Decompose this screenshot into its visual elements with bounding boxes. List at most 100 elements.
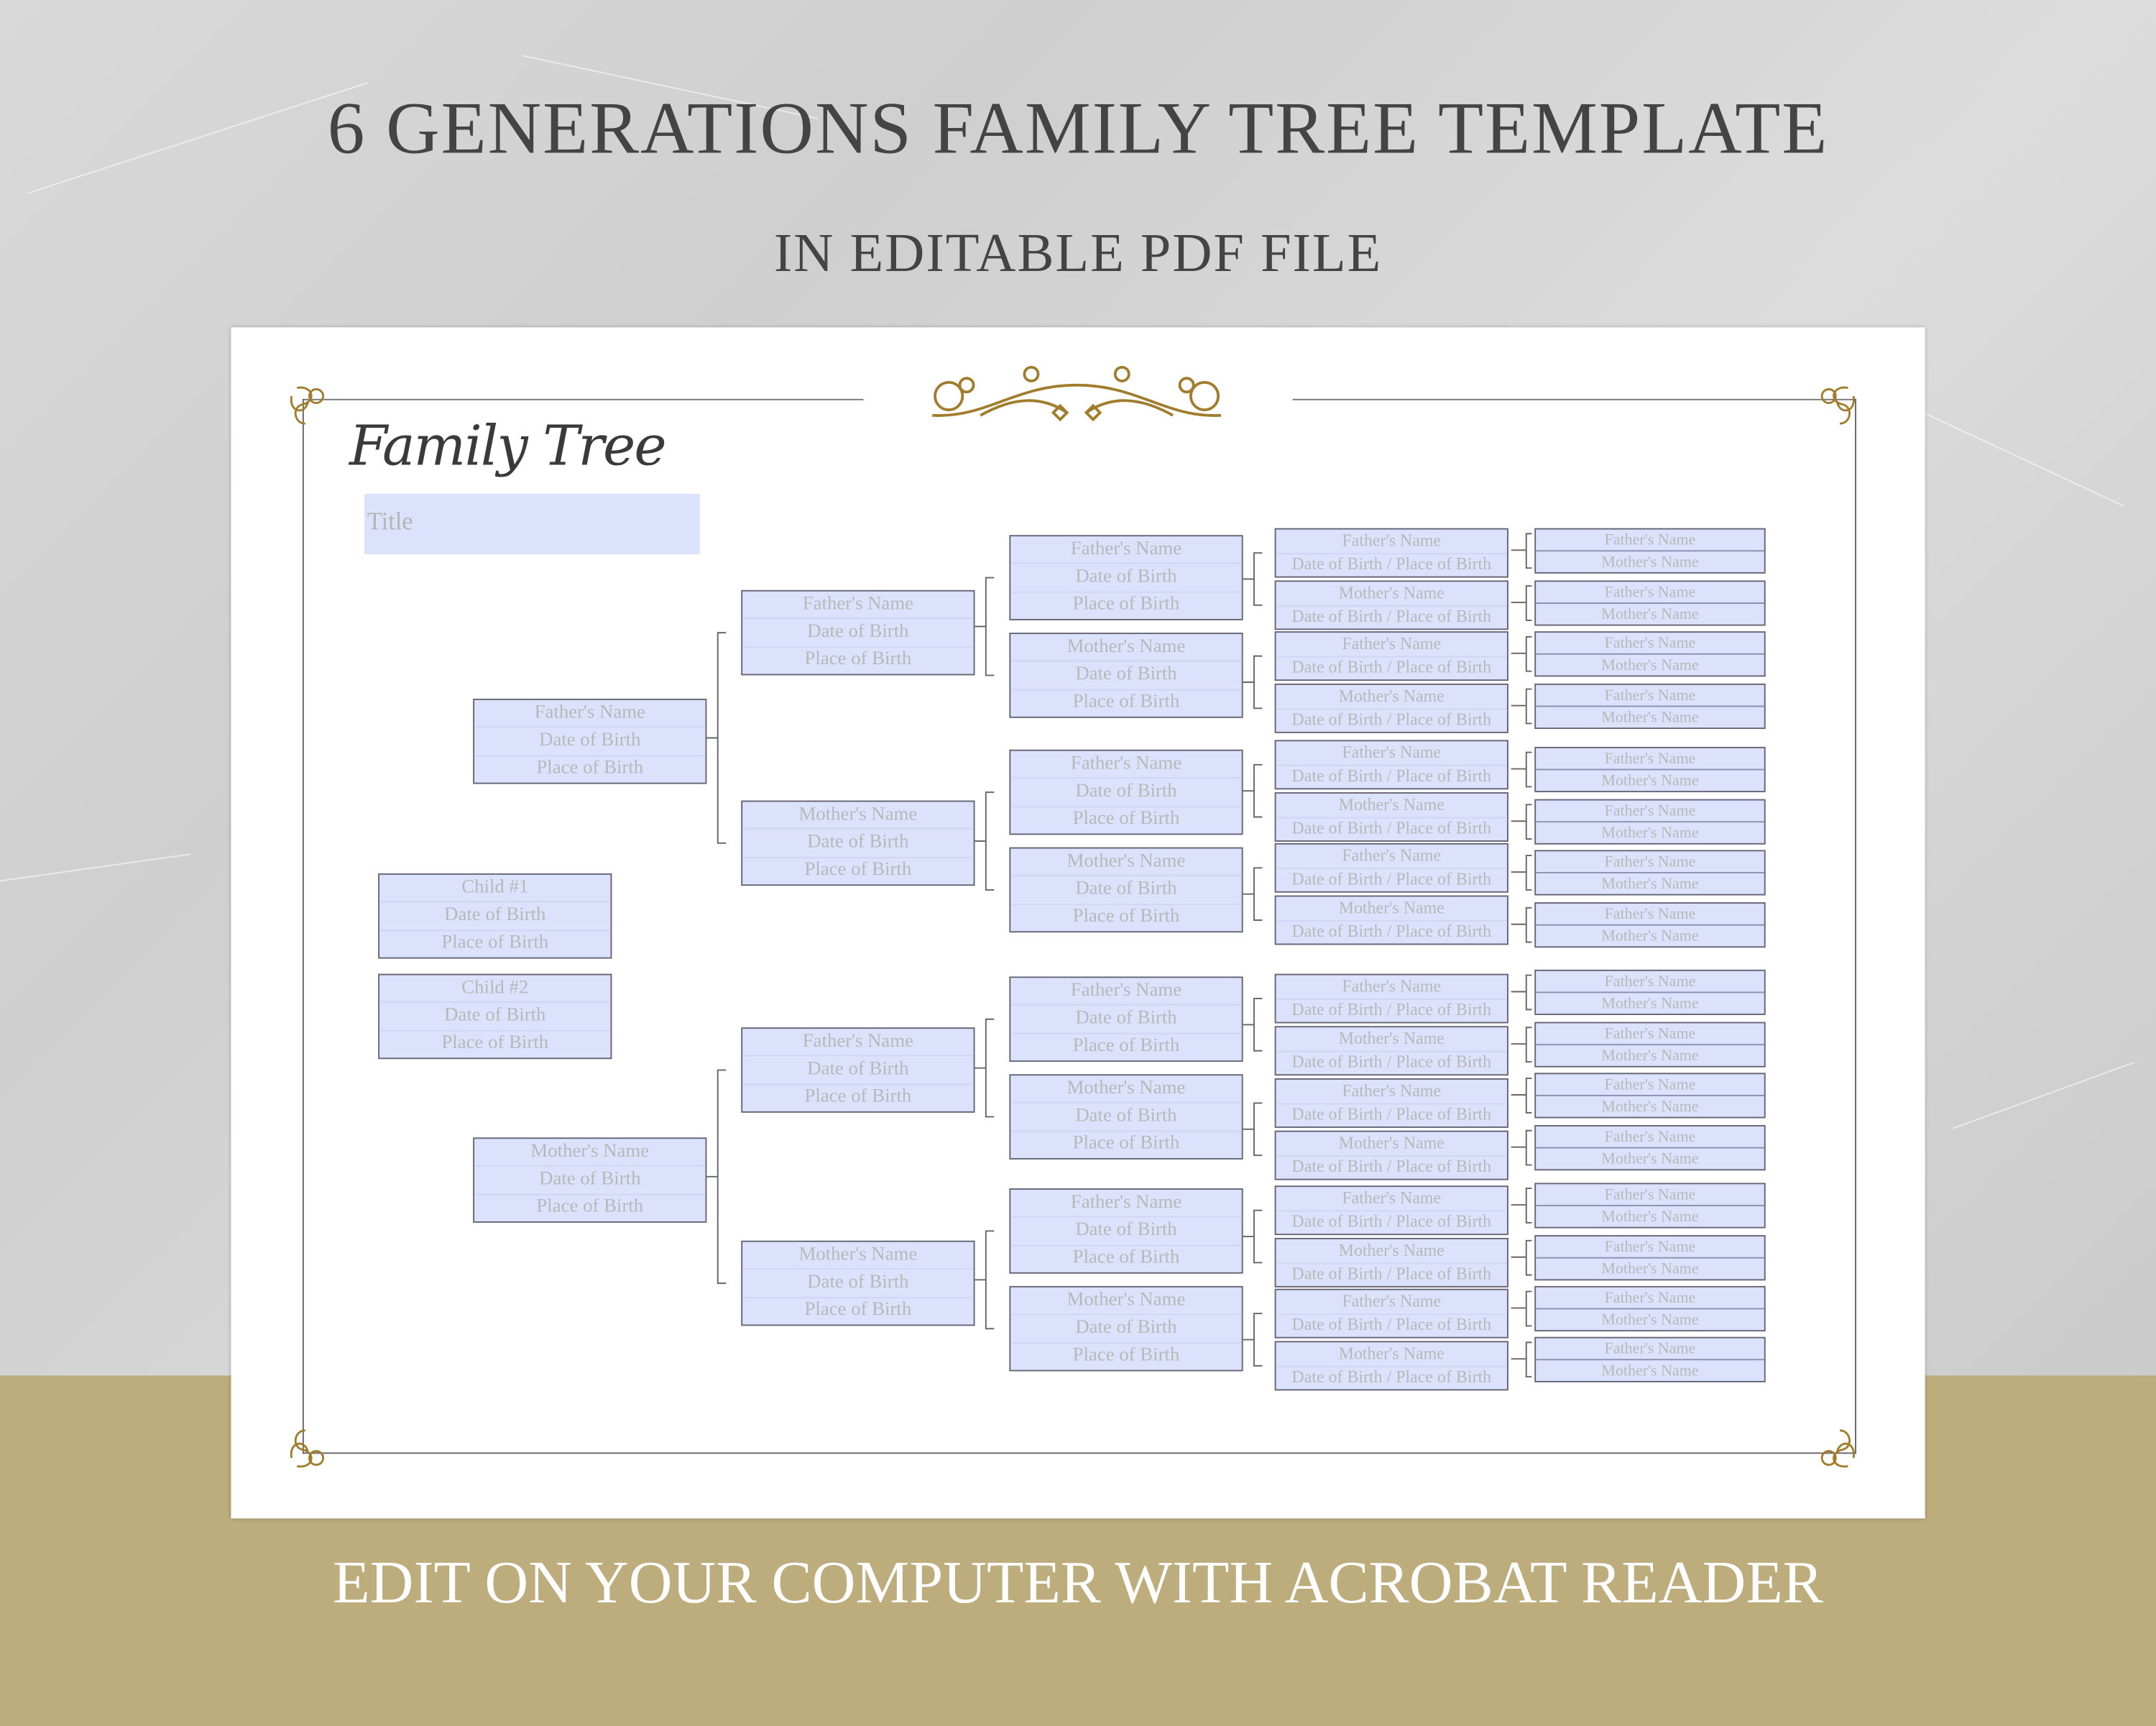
- mother-name-field[interactable]: Mother's Name: [1536, 873, 1764, 894]
- title-input[interactable]: Title: [364, 493, 700, 555]
- place-of-birth-field[interactable]: Place of Birth: [1010, 1246, 1241, 1272]
- place-of-birth-field[interactable]: Place of Birth: [1010, 690, 1241, 717]
- place-of-birth-field[interactable]: Place of Birth: [1010, 807, 1241, 833]
- name-field[interactable]: Mother's Name: [1010, 849, 1242, 877]
- date-place-field[interactable]: Date of Birth / Place of Birth: [1276, 1103, 1507, 1126]
- father-name-field[interactable]: Father's Name: [1536, 685, 1764, 707]
- name-field[interactable]: Mother's Name: [1276, 1239, 1507, 1264]
- date-of-birth-field[interactable]: Date of Birth: [379, 1003, 611, 1032]
- date-of-birth-field[interactable]: Date of Birth: [1010, 1316, 1242, 1344]
- place-of-birth-field[interactable]: Place of Birth: [1010, 904, 1241, 931]
- name-field[interactable]: Mother's Name: [1276, 685, 1507, 710]
- name-field[interactable]: Mother's Name: [1276, 1342, 1507, 1367]
- name-field[interactable]: Father's Name: [474, 700, 706, 728]
- name-field[interactable]: Father's Name: [742, 592, 974, 620]
- father-name-field[interactable]: Father's Name: [1536, 1236, 1764, 1259]
- date-place-field[interactable]: Date of Birth / Place of Birth: [1276, 766, 1507, 789]
- date-place-field[interactable]: Date of Birth / Place of Birth: [1276, 709, 1507, 732]
- name-field[interactable]: Father's Name: [1276, 1080, 1507, 1104]
- date-place-field[interactable]: Date of Birth / Place of Birth: [1276, 1156, 1507, 1179]
- name-field[interactable]: Mother's Name: [1010, 1075, 1242, 1104]
- name-field[interactable]: Father's Name: [1010, 751, 1242, 779]
- father-name-field[interactable]: Father's Name: [1536, 1184, 1764, 1206]
- name-field[interactable]: Father's Name: [1276, 741, 1507, 766]
- name-field[interactable]: Mother's Name: [1010, 634, 1242, 662]
- date-place-field[interactable]: Date of Birth / Place of Birth: [1276, 921, 1507, 944]
- date-of-birth-field[interactable]: Date of Birth: [1010, 876, 1242, 905]
- name-field[interactable]: Mother's Name: [1276, 896, 1507, 921]
- father-name-field[interactable]: Father's Name: [1536, 971, 1764, 993]
- name-field[interactable]: Mother's Name: [742, 1242, 974, 1270]
- date-of-birth-field[interactable]: Date of Birth: [1010, 662, 1242, 690]
- father-name-field[interactable]: Father's Name: [1536, 801, 1764, 823]
- mother-name-field[interactable]: Mother's Name: [1536, 1096, 1764, 1117]
- mother-name-field[interactable]: Mother's Name: [1536, 551, 1764, 572]
- name-field[interactable]: Father's Name: [1010, 536, 1242, 565]
- name-field[interactable]: Child #1: [379, 875, 611, 903]
- date-of-birth-field[interactable]: Date of Birth: [742, 830, 974, 858]
- date-of-birth-field[interactable]: Date of Birth: [1010, 1006, 1242, 1034]
- date-place-field[interactable]: Date of Birth / Place of Birth: [1276, 868, 1507, 891]
- date-of-birth-field[interactable]: Date of Birth: [379, 903, 611, 931]
- place-of-birth-field[interactable]: Place of Birth: [1010, 1344, 1241, 1370]
- date-of-birth-field[interactable]: Date of Birth: [1010, 779, 1242, 807]
- name-field[interactable]: Mother's Name: [1276, 1027, 1507, 1052]
- mother-name-field[interactable]: Mother's Name: [1536, 1309, 1764, 1330]
- date-place-field[interactable]: Date of Birth / Place of Birth: [1276, 1052, 1507, 1075]
- name-field[interactable]: Mother's Name: [474, 1139, 706, 1167]
- place-of-birth-field[interactable]: Place of Birth: [379, 1031, 610, 1057]
- name-field[interactable]: Mother's Name: [1276, 1132, 1507, 1157]
- father-name-field[interactable]: Father's Name: [1536, 1126, 1764, 1149]
- place-of-birth-field[interactable]: Place of Birth: [1010, 1131, 1241, 1158]
- father-name-field[interactable]: Father's Name: [1536, 530, 1764, 552]
- mother-name-field[interactable]: Mother's Name: [1536, 604, 1764, 625]
- name-field[interactable]: Mother's Name: [1276, 794, 1507, 818]
- name-field[interactable]: Mother's Name: [1010, 1287, 1242, 1316]
- date-place-field[interactable]: Date of Birth / Place of Birth: [1276, 554, 1507, 577]
- father-name-field[interactable]: Father's Name: [1536, 582, 1764, 604]
- place-of-birth-field[interactable]: Place of Birth: [1010, 592, 1241, 619]
- father-name-field[interactable]: Father's Name: [1536, 748, 1764, 771]
- mother-name-field[interactable]: Mother's Name: [1536, 1206, 1764, 1227]
- date-of-birth-field[interactable]: Date of Birth: [742, 620, 974, 648]
- father-name-field[interactable]: Father's Name: [1536, 904, 1764, 926]
- name-field[interactable]: Father's Name: [1276, 1290, 1507, 1315]
- mother-name-field[interactable]: Mother's Name: [1536, 926, 1764, 947]
- place-of-birth-field[interactable]: Place of Birth: [1010, 1034, 1241, 1060]
- place-of-birth-field[interactable]: Place of Birth: [742, 648, 973, 674]
- name-field[interactable]: Father's Name: [1010, 978, 1242, 1006]
- father-name-field[interactable]: Father's Name: [1536, 1339, 1764, 1361]
- mother-name-field[interactable]: Mother's Name: [1536, 1259, 1764, 1280]
- place-of-birth-field[interactable]: Place of Birth: [474, 1195, 705, 1221]
- date-of-birth-field[interactable]: Date of Birth: [742, 1270, 974, 1298]
- name-field[interactable]: Mother's Name: [742, 802, 974, 830]
- name-field[interactable]: Mother's Name: [1276, 582, 1507, 606]
- mother-name-field[interactable]: Mother's Name: [1536, 993, 1764, 1014]
- place-of-birth-field[interactable]: Place of Birth: [742, 858, 973, 884]
- mother-name-field[interactable]: Mother's Name: [1536, 770, 1764, 791]
- date-place-field[interactable]: Date of Birth / Place of Birth: [1276, 1314, 1507, 1337]
- date-of-birth-field[interactable]: Date of Birth: [474, 1167, 706, 1195]
- date-place-field[interactable]: Date of Birth / Place of Birth: [1276, 606, 1507, 629]
- mother-name-field[interactable]: Mother's Name: [1536, 655, 1764, 676]
- name-field[interactable]: Father's Name: [1276, 976, 1507, 1000]
- date-place-field[interactable]: Date of Birth / Place of Birth: [1276, 1367, 1507, 1390]
- date-place-field[interactable]: Date of Birth / Place of Birth: [1276, 1211, 1507, 1234]
- place-of-birth-field[interactable]: Place of Birth: [742, 1085, 973, 1111]
- date-place-field[interactable]: Date of Birth / Place of Birth: [1276, 999, 1507, 1022]
- mother-name-field[interactable]: Mother's Name: [1536, 1360, 1764, 1381]
- date-place-field[interactable]: Date of Birth / Place of Birth: [1276, 1263, 1507, 1286]
- date-of-birth-field[interactable]: Date of Birth: [1010, 564, 1242, 592]
- name-field[interactable]: Father's Name: [1276, 845, 1507, 869]
- father-name-field[interactable]: Father's Name: [1536, 633, 1764, 655]
- mother-name-field[interactable]: Mother's Name: [1536, 1045, 1764, 1066]
- name-field[interactable]: Father's Name: [1276, 633, 1507, 657]
- place-of-birth-field[interactable]: Place of Birth: [474, 756, 705, 783]
- name-field[interactable]: Father's Name: [1276, 530, 1507, 554]
- father-name-field[interactable]: Father's Name: [1536, 851, 1764, 873]
- father-name-field[interactable]: Father's Name: [1536, 1023, 1764, 1046]
- date-of-birth-field[interactable]: Date of Birth: [1010, 1103, 1242, 1131]
- date-of-birth-field[interactable]: Date of Birth: [1010, 1218, 1242, 1246]
- name-field[interactable]: Father's Name: [1010, 1190, 1242, 1218]
- place-of-birth-field[interactable]: Place of Birth: [742, 1298, 973, 1324]
